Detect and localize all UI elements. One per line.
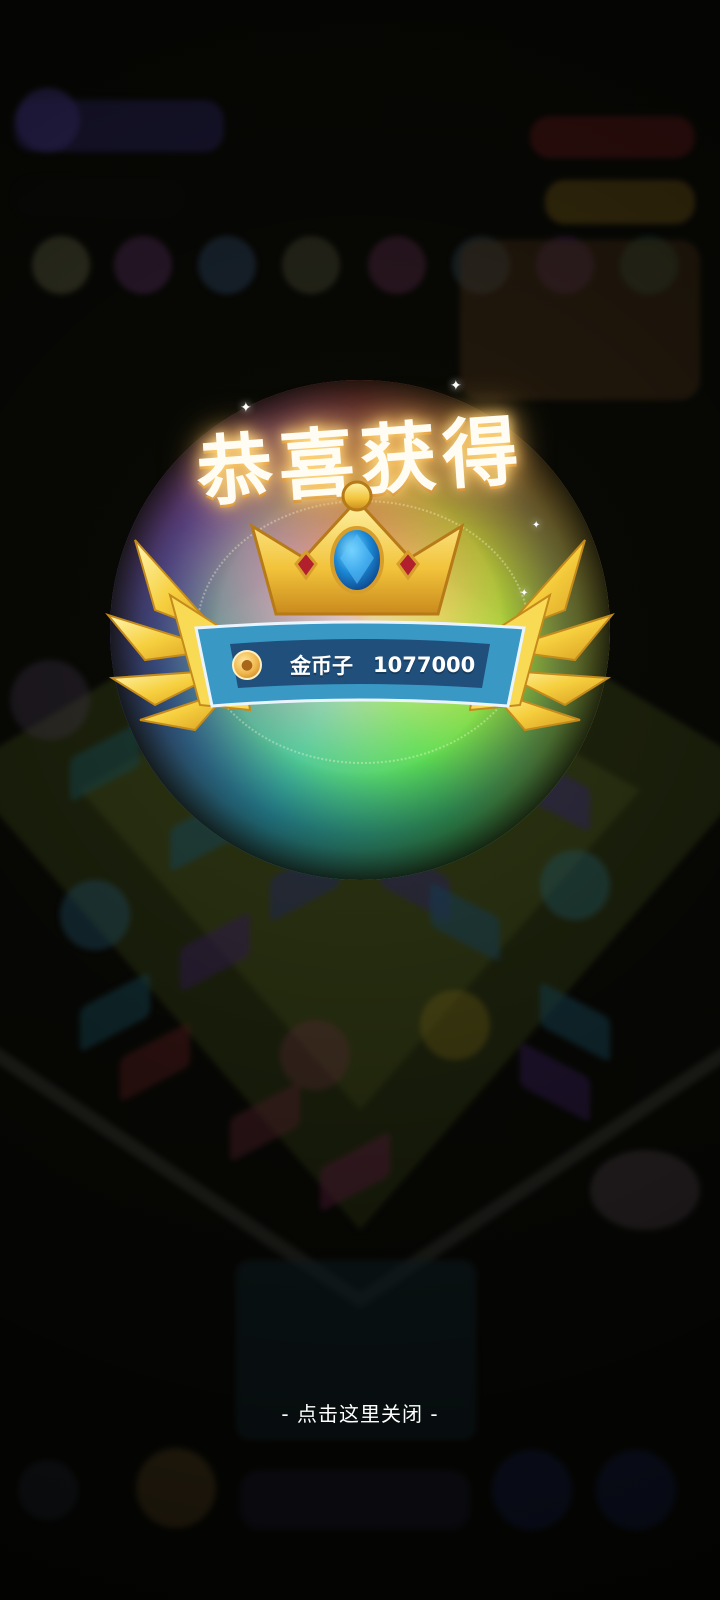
reward-row: ● 金币子 1077000 [232,645,488,685]
game-screen: ✦ ✦ ✦ ✦ 恭喜获得 ● 金币子 1077000 - 点击这里关闭 - [0,0,720,1600]
coin-icon: ● [232,650,262,680]
crown-icon [249,480,465,616]
reward-amount: 1077000 [373,653,476,677]
reward-name: 金币子 [290,654,353,678]
close-hint-button[interactable]: - 点击这里关闭 - [0,1398,720,1427]
